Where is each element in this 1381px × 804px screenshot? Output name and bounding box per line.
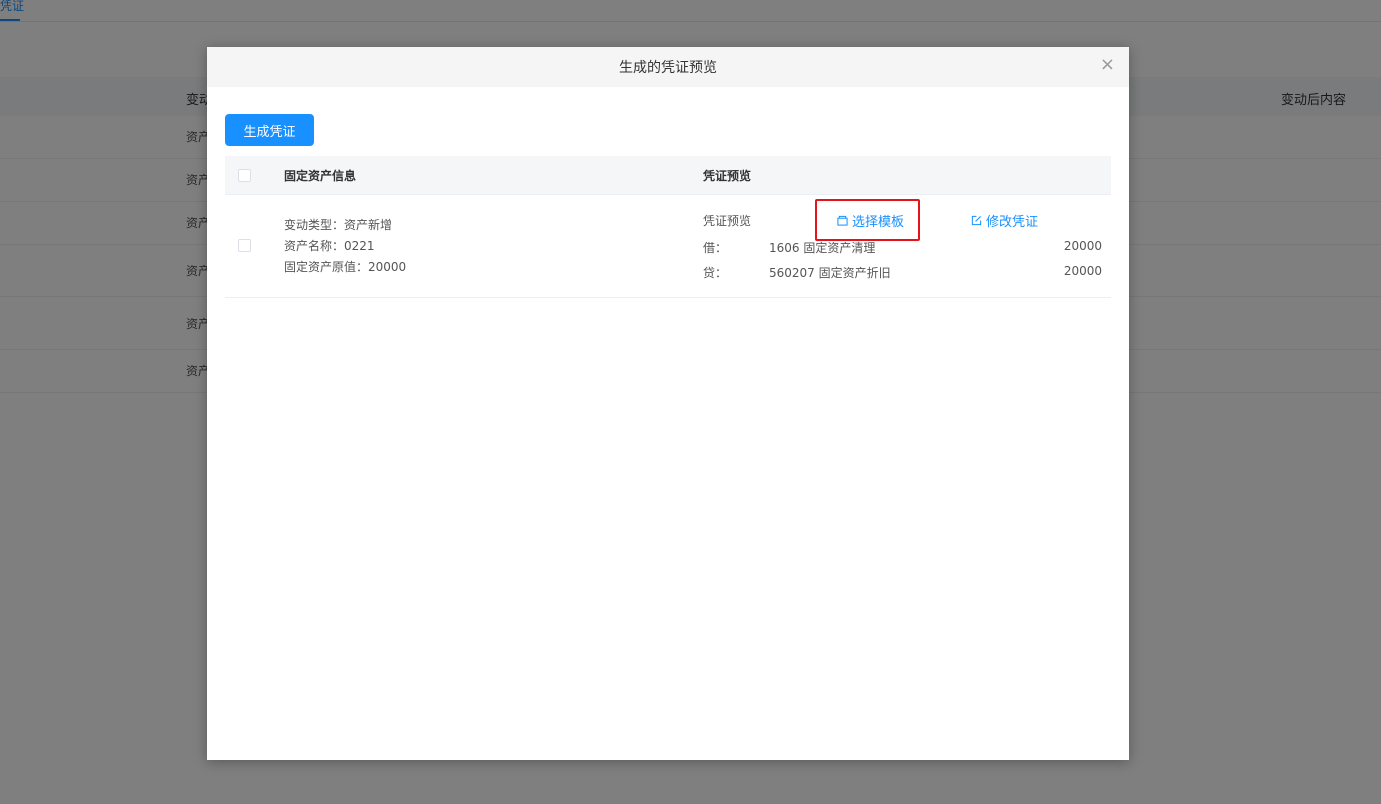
asset-value-text: 固定资产原值：20000 [284, 260, 407, 274]
table-header: 固定资产信息 凭证预览 [225, 156, 1111, 195]
modify-voucher-link[interactable]: 修改凭证 [971, 211, 1038, 230]
table-row: 变动类型：资产新增 资产名称：0221 固定资产原值：20000 凭证预览 选择… [225, 195, 1111, 298]
template-icon [837, 215, 848, 226]
header-voucher-preview: 凭证预览 [703, 169, 752, 183]
select-template-link[interactable]: 选择模板 [837, 211, 904, 230]
voucher-preview-dialog: 生成的凭证预览 × 生成凭证 固定资产信息 凭证预览 变动类型：资产新增 资产名… [207, 47, 1129, 760]
entry-direction: 贷： [703, 266, 728, 280]
entry-direction: 借： [703, 241, 728, 255]
entry-account: 560207 固定资产折旧 [769, 266, 891, 280]
entry-amount: 20000 [1063, 239, 1102, 253]
close-icon[interactable]: × [1100, 55, 1115, 75]
edit-icon [971, 215, 982, 226]
select-template-label: 选择模板 [852, 215, 905, 230]
generate-voucher-button[interactable]: 生成凭证 [225, 114, 314, 146]
entry-amount: 20000 [1063, 264, 1102, 278]
asset-name-text: 资产名称：0221 [284, 239, 375, 253]
change-type-text: 变动类型：资产新增 [284, 218, 393, 232]
row-checkbox[interactable] [238, 239, 251, 252]
entry-account: 1606 固定资产清理 [769, 241, 876, 255]
dialog-header: 生成的凭证预览 × [207, 47, 1129, 87]
modify-voucher-label: 修改凭证 [986, 215, 1039, 230]
header-asset-info: 固定资产信息 [284, 169, 357, 183]
voucher-preview-label: 凭证预览 [703, 214, 752, 228]
select-all-checkbox[interactable] [238, 169, 251, 182]
dialog-title: 生成的凭证预览 [619, 60, 717, 76]
